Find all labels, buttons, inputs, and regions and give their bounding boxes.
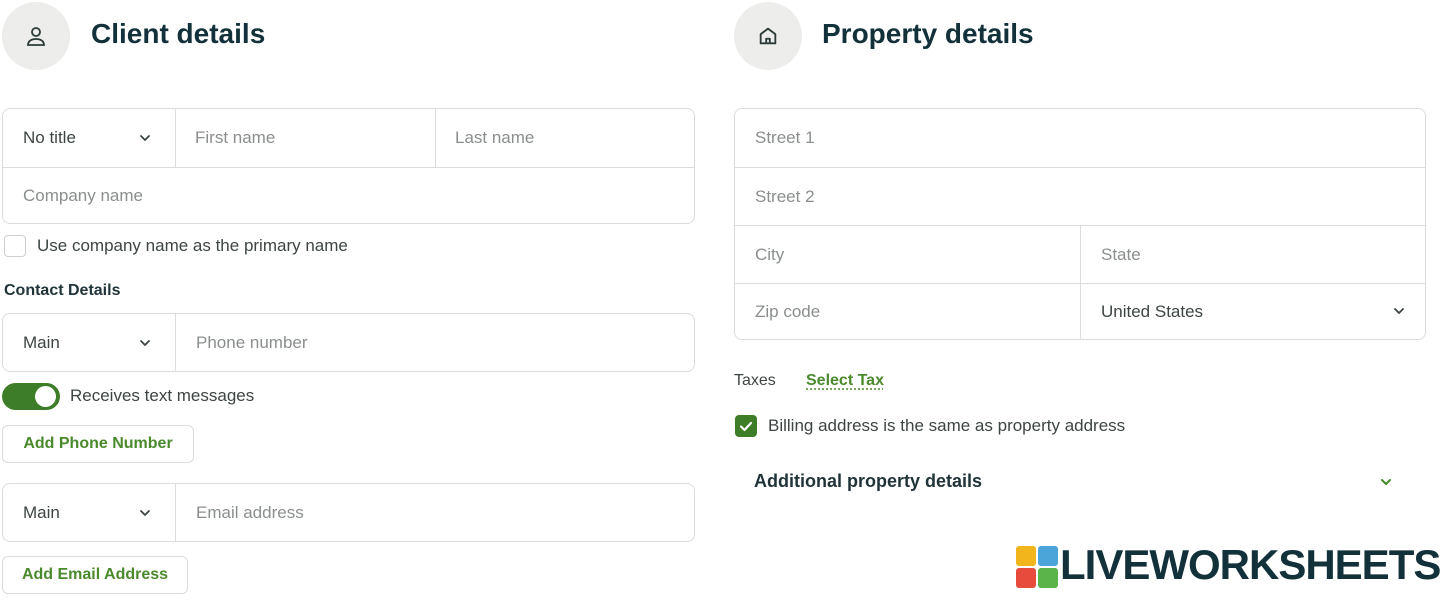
watermark-text: LIVEWORKSHEETS xyxy=(1060,541,1441,588)
use-company-label: Use company name as the primary name xyxy=(37,236,348,255)
person-icon xyxy=(27,27,45,46)
state-placeholder: State xyxy=(1101,244,1141,264)
billing-same-label: Billing address is the same as property … xyxy=(768,416,1126,435)
phone-number-placeholder: Phone number xyxy=(196,332,308,352)
title-select-value: No title xyxy=(23,128,76,147)
chevron-down-icon xyxy=(140,340,150,346)
billing-same-checkbox[interactable] xyxy=(735,415,757,437)
zip-code-placeholder: Zip code xyxy=(755,301,821,321)
street1-field[interactable]: Street 1 xyxy=(735,109,1425,167)
zip-code-field[interactable]: Zip code xyxy=(735,283,1081,339)
first-name-field[interactable]: First name xyxy=(176,109,436,167)
street2-placeholder: Street 2 xyxy=(755,186,815,206)
taxes-label: Taxes xyxy=(734,372,776,389)
house-icon xyxy=(759,27,777,45)
first-name-placeholder: First name xyxy=(195,128,276,147)
checkmark-icon xyxy=(739,421,753,432)
email-type-value: Main xyxy=(23,502,60,522)
last-name-field[interactable]: Last name xyxy=(436,109,694,167)
company-name-field[interactable]: Company name xyxy=(3,167,694,223)
street2-field[interactable]: Street 2 xyxy=(735,167,1425,225)
city-placeholder: City xyxy=(755,244,785,264)
city-field[interactable]: City xyxy=(735,225,1081,283)
country-select[interactable]: United States xyxy=(1081,283,1425,339)
additional-details-toggle[interactable]: Additional property details xyxy=(734,460,1426,504)
use-company-checkbox[interactable] xyxy=(4,235,26,257)
state-field[interactable]: State xyxy=(1081,225,1425,283)
company-name-placeholder: Company name xyxy=(23,185,144,205)
title-select[interactable]: No title xyxy=(3,109,176,167)
chevron-down-icon xyxy=(1381,479,1391,485)
country-value: United States xyxy=(1101,301,1204,321)
email-address-placeholder: Email address xyxy=(196,502,304,522)
client-details-title: Client details xyxy=(91,18,266,49)
address-group: Street 1 Street 2 City State Zip code Un… xyxy=(734,108,1426,340)
add-email-address-button[interactable]: Add Email Address xyxy=(2,556,188,594)
add-phone-number-button[interactable]: Add Phone Number xyxy=(2,425,194,463)
phone-type-select[interactable]: Main xyxy=(3,314,176,371)
phone-number-field[interactable]: Phone number xyxy=(176,314,694,371)
street1-placeholder: Street 1 xyxy=(755,128,815,147)
select-tax-link[interactable]: Select Tax xyxy=(806,372,884,390)
contact-details-heading: Contact Details xyxy=(4,282,121,299)
text-messages-label: Receives text messages xyxy=(70,386,255,405)
text-messages-toggle[interactable] xyxy=(2,383,60,410)
phone-group: Main Phone number xyxy=(2,313,695,372)
email-group: Main Email address xyxy=(2,483,695,542)
chevron-down-icon xyxy=(1394,308,1404,314)
additional-details-label: Additional property details xyxy=(754,471,983,491)
client-section-icon xyxy=(2,2,70,70)
last-name-placeholder: Last name xyxy=(455,128,535,147)
phone-type-value: Main xyxy=(23,332,60,352)
chevron-down-icon xyxy=(140,135,150,141)
property-section-icon xyxy=(734,2,802,70)
property-details-title: Property details xyxy=(822,18,1034,49)
liveworksheets-logo xyxy=(1016,546,1058,588)
chevron-down-icon xyxy=(140,510,150,516)
email-address-field[interactable]: Email address xyxy=(176,484,694,541)
client-name-group: No title First name Last name Company na… xyxy=(2,108,695,224)
email-type-select[interactable]: Main xyxy=(3,484,176,541)
toggle-knob xyxy=(35,386,56,407)
